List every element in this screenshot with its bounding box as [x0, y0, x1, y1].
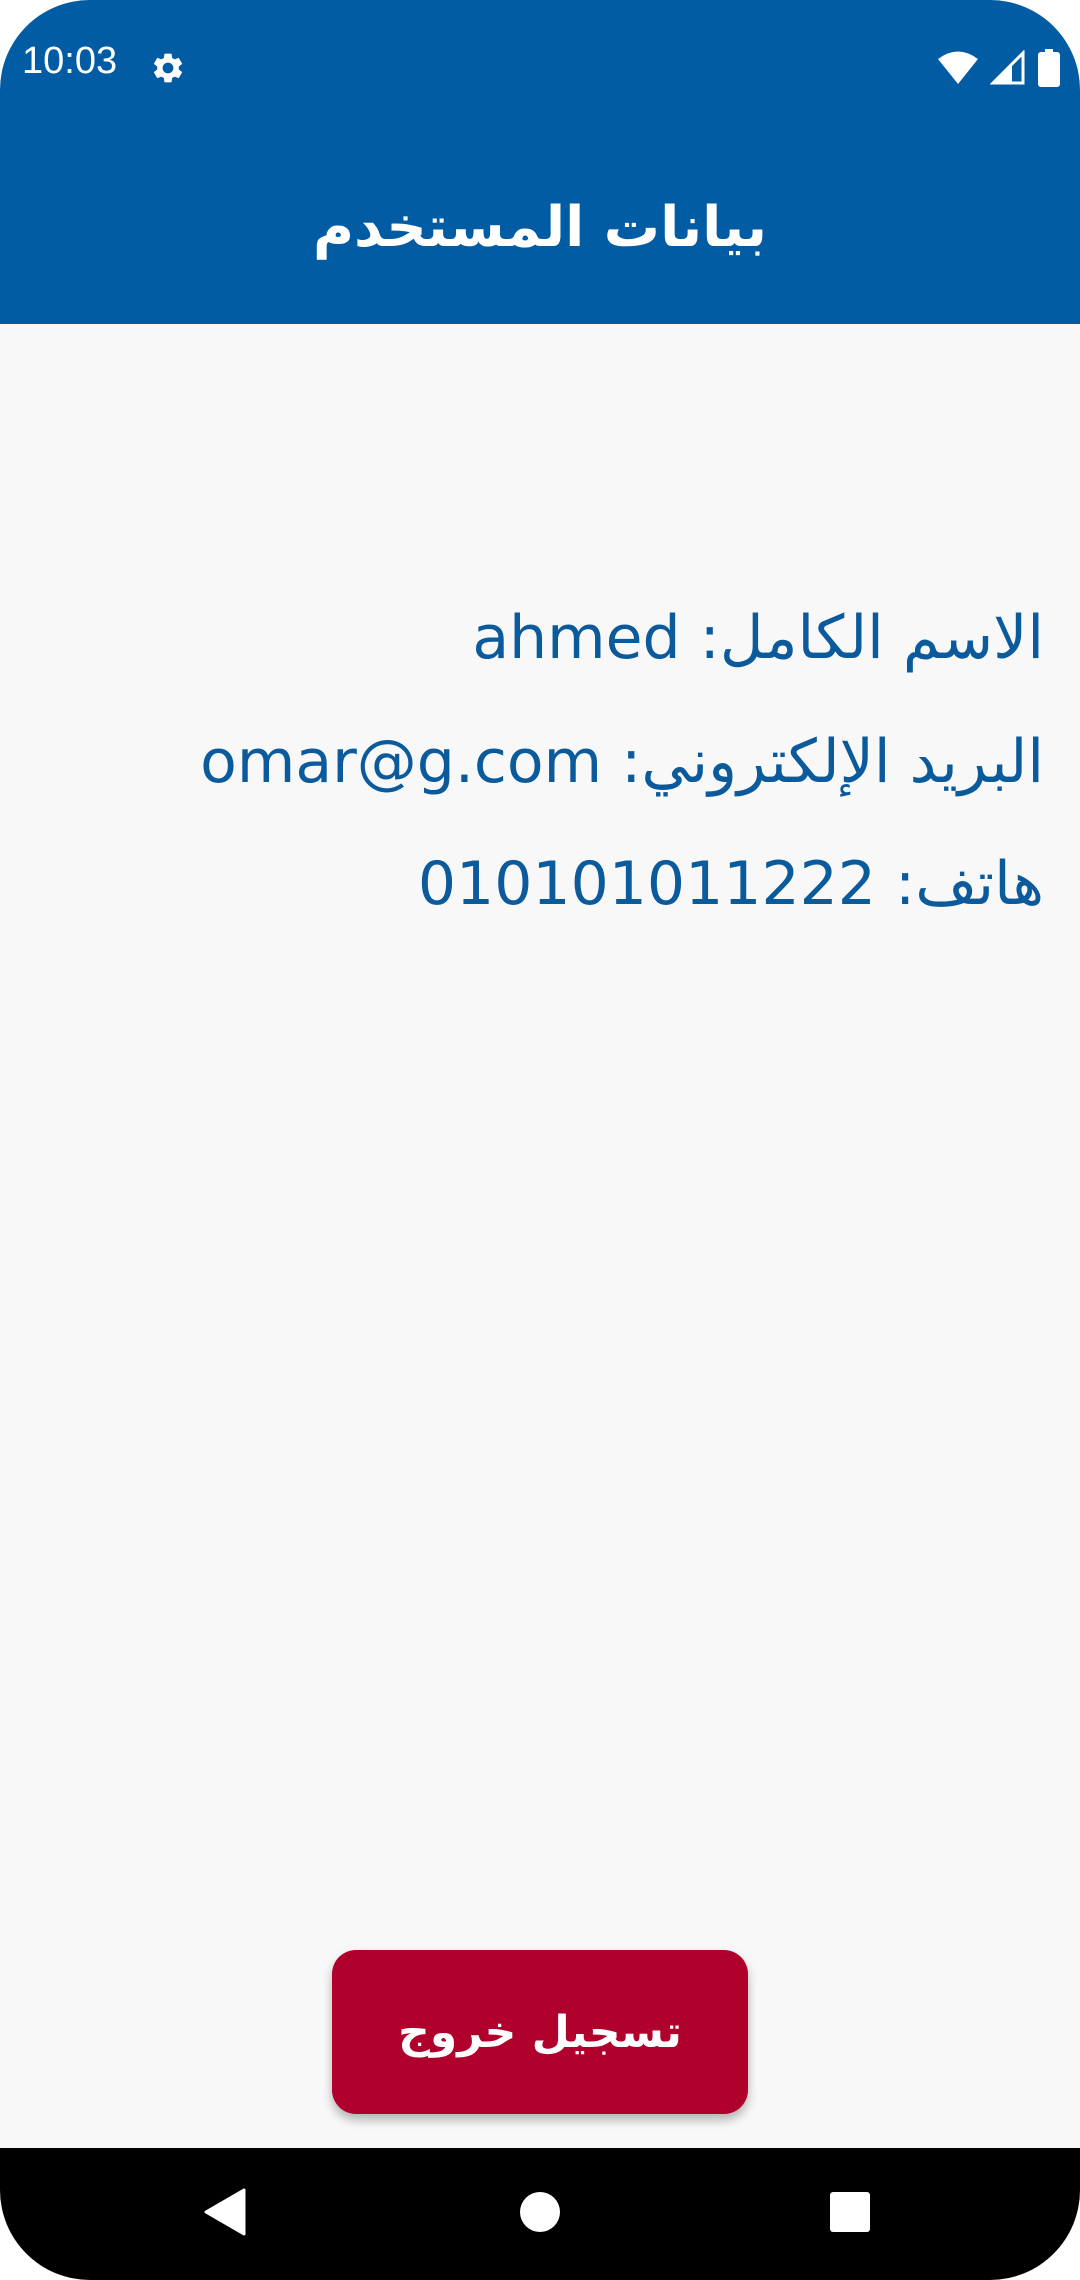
- back-button[interactable]: [126, 2148, 326, 2280]
- email-value: omar@g.com: [200, 727, 603, 797]
- email-label: البريد الإلكتروني:: [602, 727, 1044, 797]
- battery-icon: [1038, 49, 1060, 87]
- status-time: 10:03: [22, 40, 118, 82]
- navigation-bar: [0, 2148, 1080, 2280]
- wifi-icon: [938, 50, 978, 86]
- phone-label: هاتف:: [875, 849, 1044, 919]
- recents-icon: [830, 2192, 870, 2236]
- app-header: 10:03 بيانات المستخدم: [0, 0, 1080, 324]
- full-name-value: ahmed: [472, 603, 681, 673]
- full-name-row: الاسم الكامل: ahmed: [472, 608, 1044, 668]
- recents-button[interactable]: [750, 2148, 950, 2280]
- home-button[interactable]: [440, 2148, 640, 2280]
- phone-row: هاتف: 010101011222: [418, 854, 1044, 914]
- status-icons: [938, 48, 1060, 88]
- cell-signal-icon: [990, 50, 1026, 86]
- back-icon: [204, 2188, 248, 2240]
- logout-button[interactable]: تسجيل خروج: [332, 1950, 748, 2114]
- device-screen: 10:03 بيانات المستخدم الاسم الكامل: ahme…: [0, 0, 1080, 2280]
- gear-icon: [150, 50, 186, 86]
- status-bar: 10:03: [0, 0, 1080, 130]
- email-row: البريد الإلكتروني: omar@g.com: [200, 732, 1044, 792]
- phone-value: 010101011222: [417, 849, 876, 919]
- full-name-label: الاسم الكامل:: [680, 603, 1044, 673]
- page-title: بيانات المستخدم: [312, 195, 768, 260]
- user-details: الاسم الكامل: ahmed البريد الإلكتروني: o…: [0, 324, 1080, 2148]
- home-icon: [519, 2191, 561, 2237]
